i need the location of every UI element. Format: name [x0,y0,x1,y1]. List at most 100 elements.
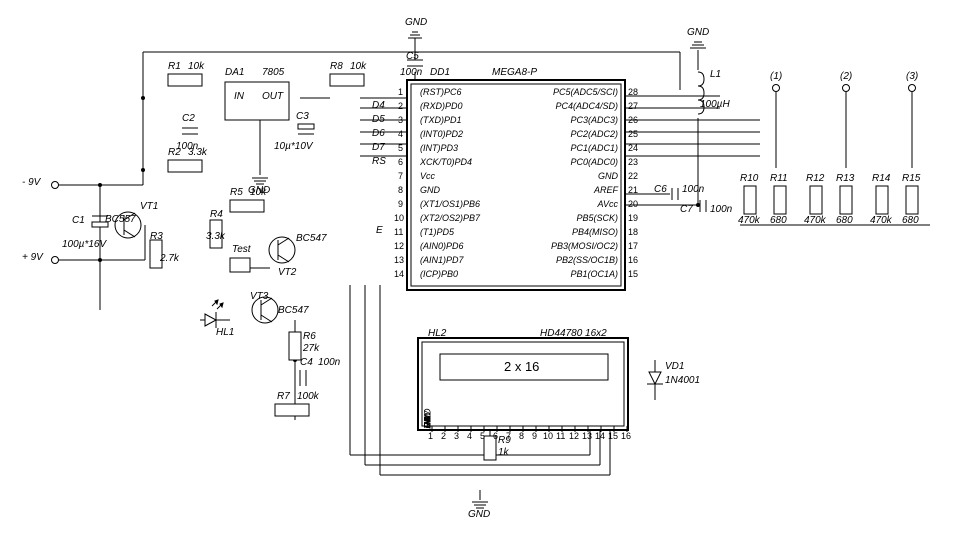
dd1-left-3: (INT0)PD2 [420,130,463,139]
bus-rs: RS [372,157,386,167]
dd1-rn-2: 26 [628,116,638,125]
hl2-display: 2 x 16 [504,360,539,373]
dd1-left-7: GND [420,186,440,195]
dd1-right-11: PB3(MOSI/OC2) [530,242,618,251]
lcd-n7: 8 [519,432,524,441]
r11-val: 680 [770,216,787,226]
vt1-ref: VT1 [140,202,158,212]
vd1-val: 1N4001 [665,376,700,386]
dd1-left-0: (RST)PC6 [420,88,462,97]
dd1-right-1: PC4(ADC4/SD) [530,102,618,111]
r6-ref: R6 [303,332,316,342]
bus-e: E [376,226,383,236]
r8-ref: R8 [330,62,343,72]
c2-ref: C2 [182,114,195,124]
gnd-top-label: GND [405,18,427,28]
r4-ref: R4 [210,210,223,220]
r13-val: 680 [836,216,853,226]
r9-val: 1k [498,448,509,458]
hl2-ref: HL2 [428,329,446,339]
lcd-n13: 14 [595,432,605,441]
dd1-right-3: PC2(ADC2) [530,130,618,139]
dd1-ln-7: 8 [398,186,403,195]
dd1-ln-10: 11 [394,228,403,237]
r1-ref: R1 [168,62,181,72]
c6-ref: C6 [654,185,667,195]
test-label: Test [232,245,251,255]
dd1-ln-8: 9 [398,200,403,209]
r5-ref: R5 [230,188,243,198]
r14-val: 470k [870,216,892,226]
probe-2: (2) [840,72,852,82]
lcd-n15: 16 [621,432,631,441]
dd1-right-7: AREF [530,186,618,195]
dd1-ln-1: 2 [398,102,403,111]
dd1-left-11: (AIN0)PD6 [420,242,464,251]
dd1-rn-8: 20 [628,200,638,209]
r14-ref: R14 [872,174,890,184]
dd1-left-6: Vcc [420,172,435,181]
c3-ref: C3 [296,112,309,122]
dd1-rn-12: 16 [628,256,638,265]
dd1-ln-12: 13 [394,256,404,265]
dd1-ref: DD1 [430,68,450,78]
bus-d7: D7 [372,143,385,153]
dd1-right-9: PB5(SCK) [530,214,618,223]
dd1-rn-10: 18 [628,228,638,237]
lcd-p15: L- [424,417,433,429]
r6-val: 27k [303,344,319,354]
da1-in: IN [234,92,244,102]
vd1-ref: VD1 [665,362,684,372]
c7-val: 100n [710,205,732,215]
lcd-n8: 9 [532,432,537,441]
dd1-right-0: PC5(ADC5/SCI) [530,88,618,97]
c5-ref: C5 [406,52,419,62]
bus-d6: D6 [372,129,385,139]
pos9v-label: + 9V [22,253,43,263]
dd1-right-10: PB4(MISO) [530,228,618,237]
lcd-pin-row: GND Vcc VO RS R/W E D0 D1 D2 D3 D4 D5 D6… [422,384,632,424]
r2-val: 3.3k [188,148,207,158]
dd1-rn-0: 28 [628,88,638,97]
lcd-n11: 12 [569,432,579,441]
lcd-n2: 3 [454,432,459,441]
r11-ref: R11 [770,174,788,184]
neg9v-label: - 9V [22,178,40,188]
dd1-ln-9: 10 [394,214,404,223]
gnd-l1-label: GND [687,28,709,38]
lcd-n10: 11 [556,432,565,441]
c4-val: 100n [318,358,340,368]
vt3-ref: VT3 [250,292,268,302]
r2-ref: R2 [168,148,181,158]
dd1-ln-11: 12 [394,242,404,251]
c4-ref: C4 [300,358,313,368]
lcd-n0: 1 [428,432,433,441]
dd1-right-8: AVcc [530,200,618,209]
lcd-n12: 13 [582,432,592,441]
hl2-part: HD44780 16x2 [540,329,607,339]
dd1-rn-4: 24 [628,144,638,153]
r3-ref: R3 [150,232,163,242]
dd1-left-12: (AIN1)PD7 [420,256,464,265]
dd1-rn-6: 22 [628,172,638,181]
dd1-ln-0: 1 [398,88,403,97]
dd1-left-4: (INT)PD3 [420,144,458,153]
r8-val: 10k [350,62,366,72]
dd1-right-12: PB2(SS/OC1B) [530,256,618,265]
bus-d5: D5 [372,115,385,125]
dd1-right-5: PC0(ADC0) [530,158,618,167]
r9-ref: R9 [498,436,511,446]
dd1-left-5: XCK/T0)PD4 [420,158,472,167]
dd1-rn-9: 19 [628,214,638,223]
vt1-val: BC557 [105,215,136,225]
dd1-rn-7: 21 [628,186,638,195]
dd1-rn-5: 23 [628,158,638,167]
c3-val: 10µ*10V [274,142,313,152]
da1-out: OUT [262,92,283,102]
dd1-rn-3: 25 [628,130,638,139]
r4-val: 3.3k [206,232,225,242]
c6-val: 100n [682,185,704,195]
c1-ref: C1 [72,216,85,226]
lcd-n3: 4 [467,432,472,441]
c7-ref: C7 [680,205,693,215]
